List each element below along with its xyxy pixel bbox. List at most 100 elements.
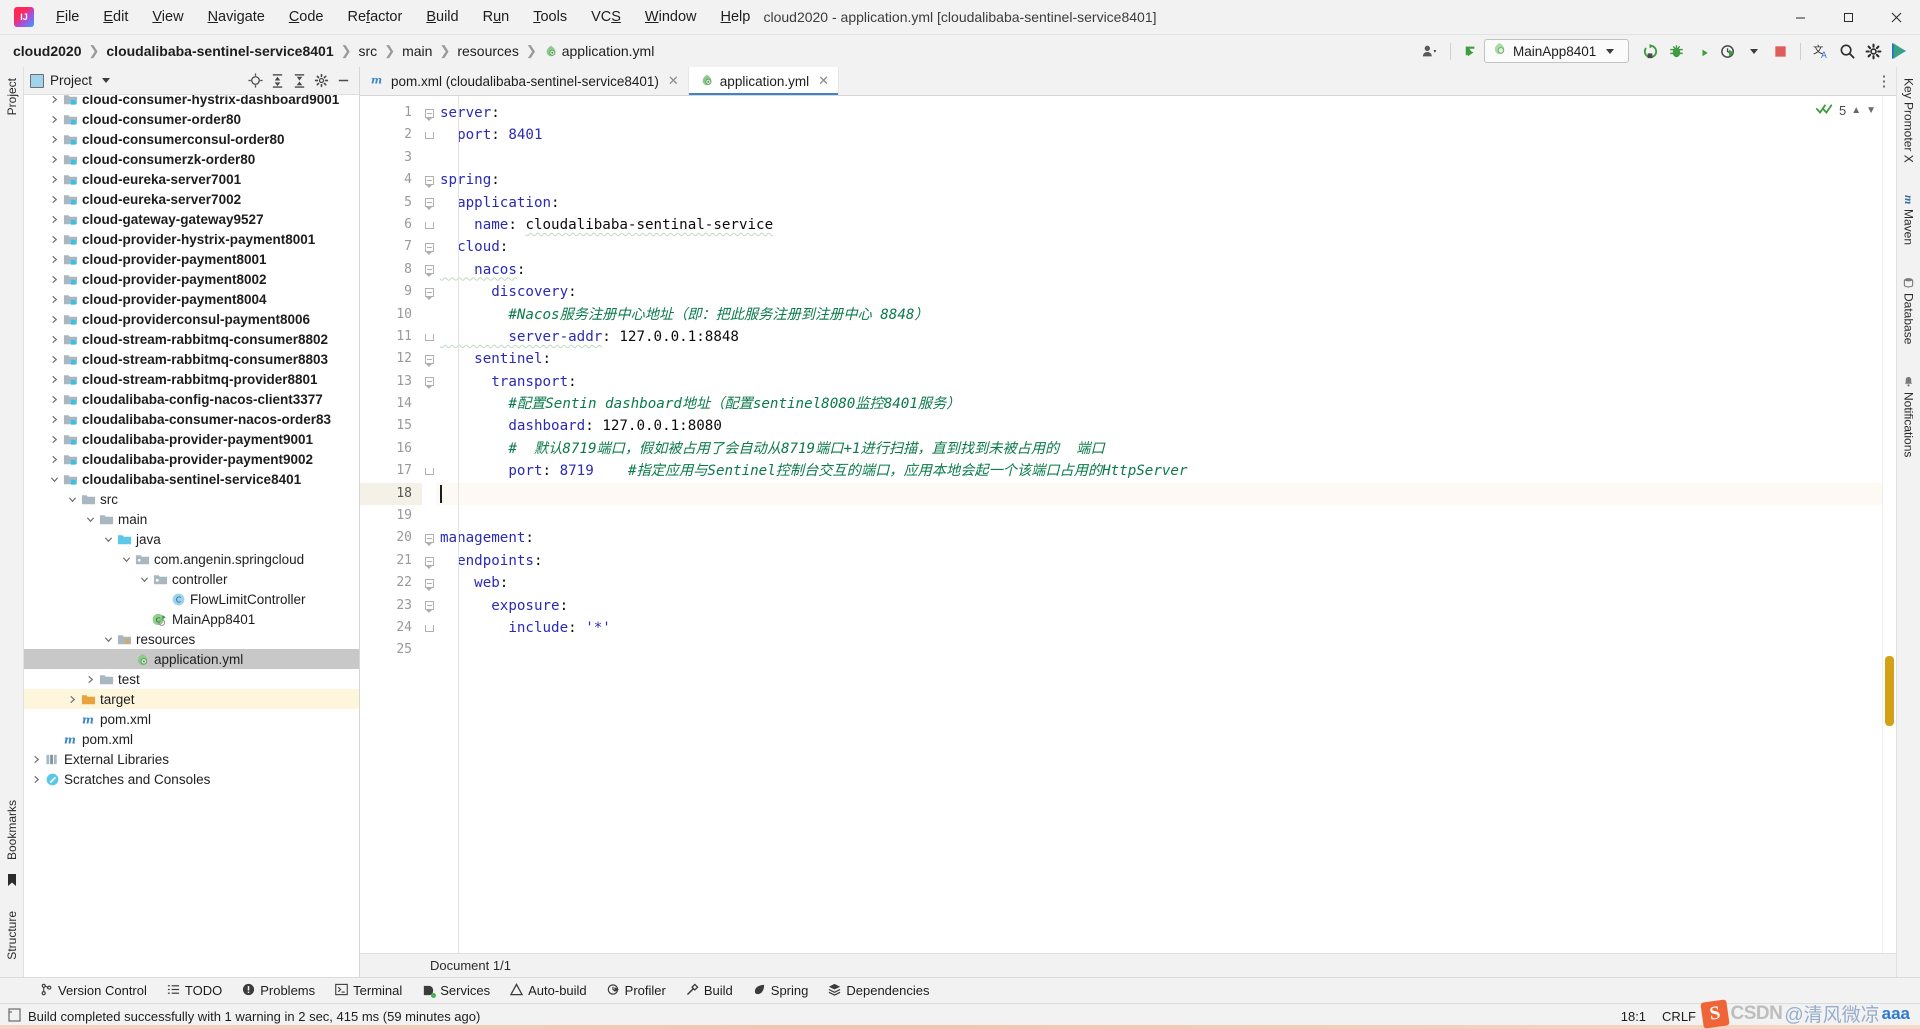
chevron-right-icon[interactable] (46, 155, 62, 164)
tree-item-external-libraries[interactable]: External Libraries (24, 749, 359, 769)
chevron-right-icon[interactable] (46, 355, 62, 364)
tool-button-dependencies[interactable]: Dependencies (818, 980, 939, 1002)
code-line[interactable]: spring: (436, 169, 1882, 191)
play-all-icon[interactable] (1886, 39, 1912, 63)
fold-expand-icon[interactable] (422, 595, 436, 617)
fold-region-end-icon[interactable] (422, 617, 436, 639)
editor-options-icon[interactable]: ⋮ (1872, 67, 1896, 95)
menu-help[interactable]: Help (708, 6, 762, 28)
breadcrumb-item-src[interactable]: src (356, 42, 381, 60)
fold-expand-icon[interactable] (422, 169, 436, 191)
tree-item-cloud-provider-payment8001[interactable]: cloud-provider-payment8001 (24, 249, 359, 269)
tool-button-problems[interactable]: Problems (232, 980, 325, 1002)
chevron-right-icon[interactable] (28, 755, 44, 764)
menu-build[interactable]: Build (414, 6, 470, 28)
collapse-all-icon[interactable] (289, 71, 309, 91)
rail-key-promoter-button[interactable]: Key Promoter X (1902, 71, 1916, 170)
tree-item-cloudalibaba-provider-payment9001[interactable]: cloudalibaba-provider-payment9001 (24, 429, 359, 449)
chevron-right-icon[interactable] (46, 235, 62, 244)
fold-region-end-icon[interactable] (422, 460, 436, 482)
chevron-right-icon[interactable] (46, 335, 62, 344)
close-icon[interactable]: ✕ (668, 73, 679, 89)
rail-bookmarks-button[interactable]: Bookmarks (5, 793, 19, 867)
chevron-right-icon[interactable] (46, 95, 62, 104)
tree-item-test[interactable]: test (24, 669, 359, 689)
stop-icon[interactable] (1767, 39, 1793, 63)
chevron-right-icon[interactable] (46, 395, 62, 404)
code-line[interactable] (436, 505, 1882, 527)
tree-item-resources[interactable]: resources (24, 629, 359, 649)
tool-button-spring[interactable]: Spring (743, 980, 819, 1002)
fold-expand-icon[interactable] (422, 192, 436, 214)
chevron-down-icon[interactable] (1606, 48, 1615, 54)
fold-expand-icon[interactable] (422, 371, 436, 393)
rail-notifications-button[interactable]: Notifications (1902, 369, 1916, 464)
code-line[interactable]: discovery: (436, 281, 1882, 303)
code-line[interactable]: server-addr: 127.0.0.1:8848 (436, 326, 1882, 348)
minimize-button[interactable] (1776, 0, 1824, 35)
menu-refactor[interactable]: Refactor (336, 6, 415, 28)
chevron-right-icon[interactable] (46, 195, 62, 204)
code-line[interactable]: include: '*' (436, 617, 1882, 639)
chevron-down-icon[interactable] (82, 515, 98, 524)
scrollbar-thumb[interactable] (1885, 656, 1894, 726)
code-line[interactable]: nacos: (436, 259, 1882, 281)
chevron-right-icon[interactable] (46, 315, 62, 324)
tree-item-application-yml[interactable]: application.yml (24, 649, 359, 669)
tree-item-com-angenin-springcloud[interactable]: com.angenin.springcloud (24, 549, 359, 569)
rail-project-button[interactable]: Project (5, 71, 19, 122)
code-line[interactable]: server: (436, 102, 1882, 124)
chevron-down-icon[interactable] (102, 78, 111, 83)
close-button[interactable] (1872, 0, 1920, 35)
expand-all-icon[interactable] (267, 71, 287, 91)
fold-region-end-icon[interactable] (422, 326, 436, 348)
code-line[interactable] (436, 639, 1882, 661)
code-line[interactable] (436, 147, 1882, 169)
fold-expand-icon[interactable] (422, 572, 436, 594)
code-folding-strip[interactable] (422, 96, 436, 953)
project-tree[interactable]: cloud-consumer-hystrix-dashboard9001 clou… (24, 95, 359, 977)
run-with-coverage-icon[interactable] (1689, 39, 1715, 63)
rail-database-button[interactable]: Database (1902, 270, 1916, 351)
code-line[interactable]: dashboard: 127.0.0.1:8080 (436, 415, 1882, 437)
menu-window[interactable]: Window (633, 6, 709, 28)
code-line[interactable]: port: 8719 #指定应用与Sentinel控制台交互的端口，应用本地会起… (436, 460, 1882, 482)
tab-pom-xml[interactable]: m pom.xml (cloudalibaba-sentinel-service… (360, 67, 689, 95)
rerun-icon[interactable] (1637, 39, 1663, 63)
rail-structure-button[interactable]: Structure (5, 904, 19, 967)
tree-item-cloud-consumerconsul-order80[interactable]: cloud-consumerconsul-order80 (24, 129, 359, 149)
chevron-down-icon[interactable] (118, 555, 134, 564)
tab-application-yml[interactable]: application.yml ✕ (688, 67, 839, 95)
tree-item-cloud-stream-rabbitmq-provider8801[interactable]: cloud-stream-rabbitmq-provider8801 (24, 369, 359, 389)
translate-icon[interactable]: 文 A (1808, 39, 1834, 63)
chevron-right-icon[interactable] (64, 695, 80, 704)
fold-expand-icon[interactable] (422, 348, 436, 370)
breadcrumb-item-main[interactable]: main (399, 42, 435, 60)
tree-item-cloudalibaba-provider-payment9002[interactable]: cloudalibaba-provider-payment9002 (24, 449, 359, 469)
menu-code[interactable]: Code (277, 6, 336, 28)
tree-item-cloudalibaba-consumer-nacos-order83[interactable]: cloudalibaba-consumer-nacos-order83 (24, 409, 359, 429)
settings-gear-icon[interactable] (311, 71, 331, 91)
tree-item-target[interactable]: target (24, 689, 359, 709)
code-line[interactable]: exposure: (436, 595, 1882, 617)
tool-button-auto-build[interactable]: Auto-build (500, 980, 597, 1002)
chevron-right-icon[interactable] (46, 455, 62, 464)
code-editor[interactable]: 1 2 3 4 5 6 7 8 9 10 11 12 13 14 15 16 17 18 19 20 21 22 23 24 2… (360, 96, 1896, 953)
tree-item-main[interactable]: main (24, 509, 359, 529)
tree-item-cloudalibaba-sentinel-service8401[interactable]: cloudalibaba-sentinel-service8401 (24, 469, 359, 489)
settings-gear-icon[interactable] (1860, 39, 1886, 63)
chevron-right-icon[interactable] (46, 255, 62, 264)
tree-item-cloud-consumer-hystrix-dashboard9001[interactable]: cloud-consumer-hystrix-dashboard9001 (24, 95, 359, 109)
code-line[interactable]: port: 8401 (436, 124, 1882, 146)
menu-vcs[interactable]: VCS (579, 6, 633, 28)
code-line[interactable] (436, 482, 1882, 506)
chevron-right-icon[interactable] (46, 215, 62, 224)
tool-button-profiler[interactable]: Profiler (597, 980, 676, 1002)
run-configuration-selector[interactable]: MainApp8401 (1484, 39, 1629, 63)
chevron-down-icon[interactable] (100, 535, 116, 544)
code-line[interactable]: endpoints: (436, 550, 1882, 572)
code-line[interactable]: application: (436, 192, 1882, 214)
breadcrumb-item-module[interactable]: cloudalibaba-sentinel-service8401 (103, 42, 336, 60)
code-line[interactable]: sentinel: (436, 348, 1882, 370)
rail-maven-button[interactable]: m Maven (1901, 188, 1917, 252)
